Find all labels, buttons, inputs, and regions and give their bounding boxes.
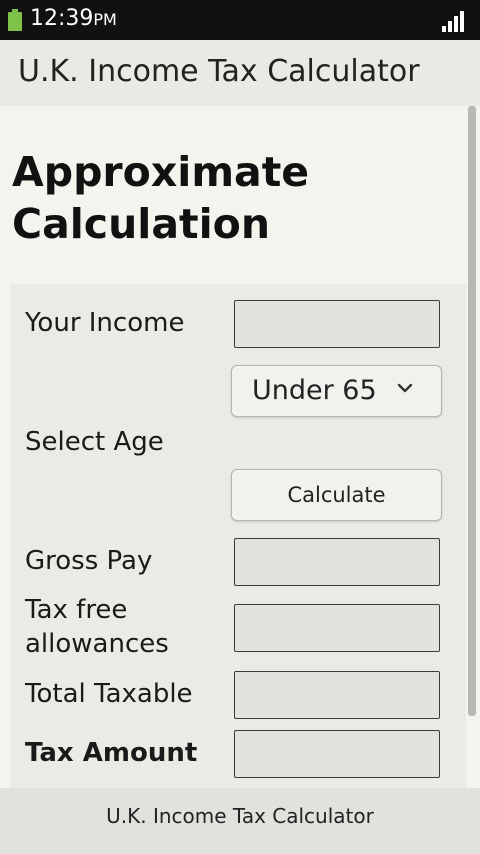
clock-ampm: PM [93, 10, 117, 29]
clock-time: 12:39 [30, 6, 94, 31]
signal-strength-icon [442, 10, 464, 32]
tax-free-allowances-label: Tax free allowances [25, 593, 169, 661]
tax-free-label-line1: Tax free [25, 595, 128, 625]
gross-pay-field[interactable] [234, 538, 440, 586]
gross-pay-label: Gross Pay [25, 546, 153, 576]
footer-bar: U.K. Income Tax Calculator [0, 788, 480, 854]
page-heading-line2: Calculation [12, 200, 271, 248]
status-clock: 12:39PM [30, 6, 117, 31]
status-bar: 12:39PM [0, 0, 480, 40]
total-taxable-field[interactable] [234, 671, 440, 719]
age-select[interactable]: Under 65 [231, 365, 442, 417]
app-bar: U.K. Income Tax Calculator [0, 40, 480, 106]
age-select-value: Under 65 [252, 375, 377, 406]
tax-amount-field[interactable] [234, 730, 440, 778]
chevron-down-icon [397, 383, 413, 393]
your-income-input[interactable] [234, 300, 440, 348]
tax-amount-label: Tax Amount [25, 738, 198, 768]
page-heading: Approximate Calculation [12, 146, 309, 250]
main-content: Approximate Calculation Your Income Unde… [0, 106, 480, 788]
battery-icon [8, 9, 22, 31]
tax-free-label-line2: allowances [25, 629, 169, 659]
calculate-button[interactable]: Calculate [231, 469, 442, 521]
total-taxable-label: Total Taxable [25, 679, 193, 709]
calculator-form: Your Income Under 65 Select Age Calculat… [10, 284, 466, 788]
page-heading-line1: Approximate [12, 148, 310, 196]
tax-free-allowances-field[interactable] [234, 604, 440, 652]
scrollbar[interactable] [468, 106, 476, 716]
select-age-label: Select Age [25, 427, 164, 457]
footer-text: U.K. Income Tax Calculator [106, 804, 374, 828]
app-title: U.K. Income Tax Calculator [18, 54, 420, 89]
your-income-label: Your Income [25, 308, 185, 338]
